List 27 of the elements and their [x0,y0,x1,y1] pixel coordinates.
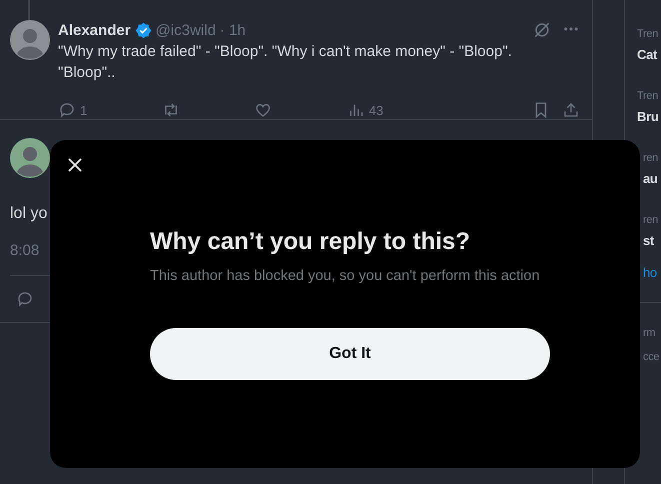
post-text: lol yo [10,204,48,224]
share-icon[interactable] [562,101,580,119]
show-more-link[interactable]: ho [643,265,657,280]
like-icon[interactable] [254,101,272,119]
reply-count: 1 [80,102,88,118]
got-it-button[interactable]: Got It [150,328,550,380]
trend-title[interactable]: Cat [637,45,658,65]
post-time: 8:08 [10,242,40,259]
post-text: "Why my trade failed" - "Bloop". "Why i can't make money" - "Bloop". "Bloop".. [58,42,513,83]
trend-label: Tren [637,27,658,41]
dialog-message: This author has blocked you, so you can't perform this action [150,267,540,286]
avatar-icon[interactable] [10,138,50,178]
trend-title[interactable]: Bru [637,107,658,127]
blocked-icon[interactable] [532,20,552,40]
close-icon[interactable] [67,157,83,173]
trend-label: Tren [637,89,658,103]
view-count: 43 [368,102,384,118]
trend-label: ren [643,213,658,227]
reply-icon[interactable] [16,290,34,308]
post-time: · 1h [220,22,246,38]
user-name[interactable]: Alexander [58,22,131,38]
trend-title[interactable]: st [643,231,654,251]
reply-icon[interactable] [58,101,76,119]
trend-label: ren [643,151,658,165]
trend-title[interactable]: au [643,169,658,189]
dialog-title: Why can’t you reply to this? [150,228,472,256]
avatar-icon[interactable] [10,20,50,60]
